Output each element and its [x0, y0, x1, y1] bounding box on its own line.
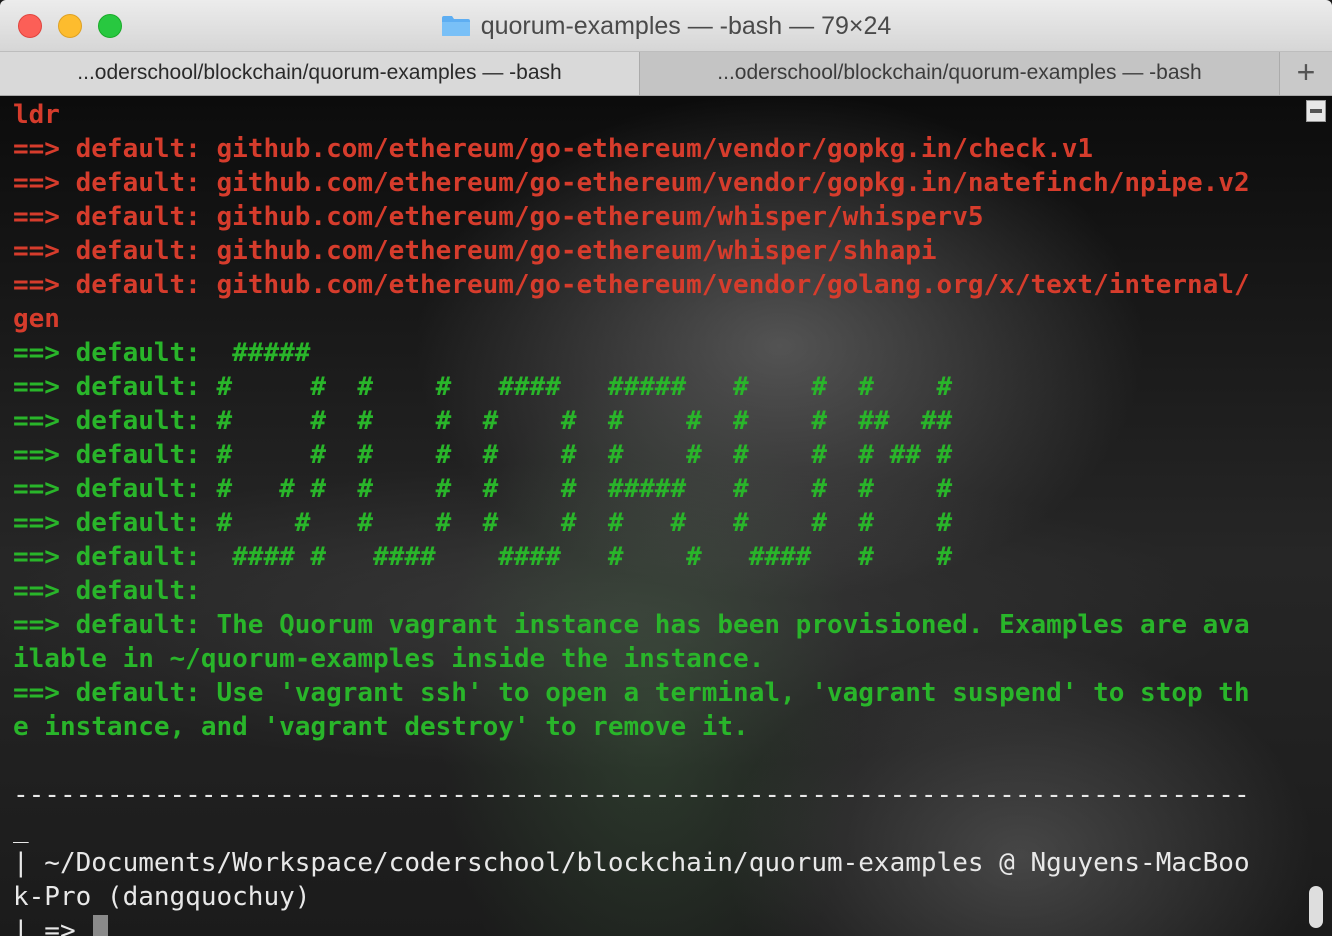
terminal-content[interactable]: ldr ==> default: github.com/ethereum/go-e… — [0, 96, 1332, 936]
terminal-line: ==> default: github.com/ethereum/go-ethe… — [13, 134, 1094, 164]
tab-bar: ...oderschool/blockchain/quorum-examples… — [0, 52, 1332, 96]
terminal-line: ==> default: # # # # # # # # # # # ## # — [13, 440, 953, 470]
terminal-line: gen — [13, 304, 60, 334]
tab-1[interactable]: ...oderschool/blockchain/quorum-examples… — [0, 52, 640, 95]
terminal-line: ilable in ~/quorum-examples inside the i… — [13, 644, 765, 674]
window-title-area: quorum-examples — -bash — 79×24 — [0, 10, 1332, 42]
tab-2[interactable]: ...oderschool/blockchain/quorum-examples… — [640, 52, 1280, 95]
terminal-line: ==> default: ##### — [13, 338, 311, 368]
title-bar[interactable]: quorum-examples — -bash — 79×24 — [0, 0, 1332, 52]
terminal-line: ldr — [13, 100, 60, 130]
prompt-text: | => — [13, 916, 92, 936]
terminal-line: k-Pro (dangquochuy) — [13, 882, 311, 912]
terminal-line: e instance, and 'vagrant destroy' to rem… — [13, 712, 749, 742]
text-cursor — [93, 915, 109, 936]
prompt-line: | => — [13, 914, 1283, 936]
terminal-line: _ — [13, 814, 29, 844]
terminal-line: ==> default: Use 'vagrant ssh' to open a… — [13, 678, 1250, 708]
terminal-window: quorum-examples — -bash — 79×24 ...oders… — [0, 0, 1332, 936]
terminal-line: ==> default: github.com/ethereum/go-ethe… — [13, 236, 937, 266]
terminal-line: ==> default: — [13, 576, 201, 606]
terminal-line: ==> default: github.com/ethereum/go-ethe… — [13, 168, 1250, 198]
terminal-line: ==> default: github.com/ethereum/go-ethe… — [13, 202, 984, 232]
new-tab-button[interactable]: + — [1280, 52, 1332, 95]
terminal-output: ldr ==> default: github.com/ethereum/go-e… — [13, 98, 1283, 936]
scrollbar-thumb[interactable] — [1309, 886, 1323, 928]
terminal-line: ==> default: github.com/ethereum/go-ethe… — [13, 270, 1250, 300]
folder-icon — [441, 15, 471, 37]
scrollbar-split-button[interactable] — [1306, 100, 1326, 122]
terminal-line: ==> default: # # # # # # # # # # # # — [13, 508, 953, 538]
terminal-line: ==> default: The Quorum vagrant instance… — [13, 610, 1250, 640]
terminal-line: ==> default: # # # # # # # ##### # # # # — [13, 474, 953, 504]
terminal-line: ==> default: # # # # #### ##### # # # # — [13, 372, 953, 402]
terminal-line: ==> default: #### # #### #### # # #### #… — [13, 542, 953, 572]
terminal-line: ----------------------------------------… — [13, 780, 1250, 810]
terminal-line: ==> default: # # # # # # # # # # ## ## — [13, 406, 953, 436]
window-title: quorum-examples — -bash — 79×24 — [480, 12, 892, 40]
terminal-line: | ~/Documents/Workspace/coderschool/bloc… — [13, 848, 1250, 878]
